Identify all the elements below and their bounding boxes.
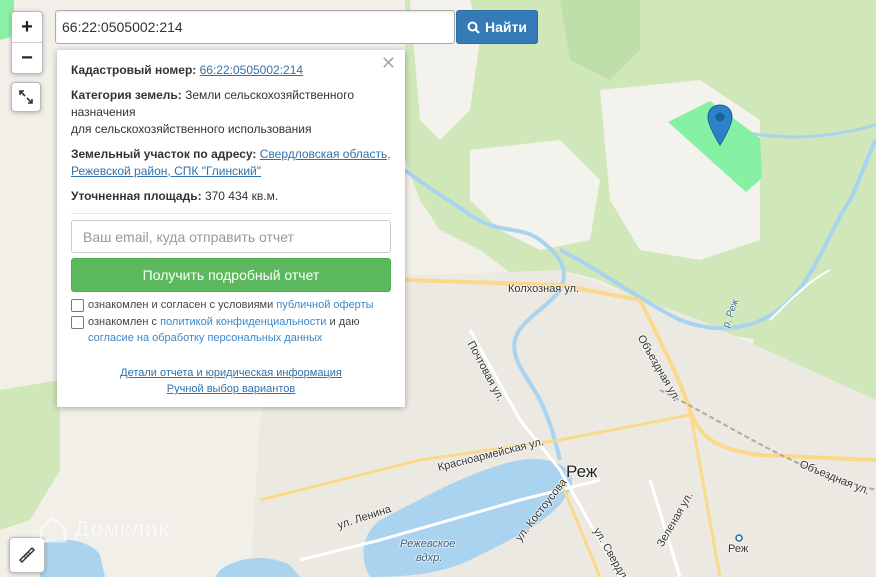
get-report-button[interactable]: Получить подробный отчет xyxy=(71,258,391,292)
search-button-label: Найти xyxy=(485,19,527,35)
reservoir-label-2: вдхр. xyxy=(416,552,443,564)
search-button[interactable]: Найти xyxy=(456,10,538,44)
panel-footer-links: Детали отчета и юридическая информация Р… xyxy=(71,365,391,397)
zoom-control: + − xyxy=(11,11,43,74)
address-label: Земельный участок по адресу: xyxy=(71,147,257,161)
address-row: Земельный участок по адресу: Свердловска… xyxy=(71,146,391,180)
search-input[interactable] xyxy=(55,10,455,44)
house-logo-icon xyxy=(39,515,67,543)
manual-selection-link[interactable]: Ручной выбор вариантов xyxy=(167,383,295,395)
city-label: Реж xyxy=(566,462,598,481)
divider xyxy=(71,213,391,214)
cadastral-label: Кадастровый номер: xyxy=(71,63,197,77)
privacy-consent-row: ознакомлен с политикой конфиденциальност… xyxy=(71,314,391,346)
watermark: Домклик xyxy=(38,514,169,544)
expand-icon xyxy=(19,90,33,104)
station-icon xyxy=(735,534,743,542)
parcel-info-panel: ✕ Кадастровый номер: 66:22:0505002:214 К… xyxy=(57,50,405,407)
zoom-in-button[interactable]: + xyxy=(12,12,42,42)
category-value-2: для сельскохозяйственного использования xyxy=(71,122,312,136)
search-icon xyxy=(467,21,480,34)
category-label: Категория земель: xyxy=(71,88,182,102)
area-label: Уточненная площадь: xyxy=(71,189,202,203)
zoom-out-button[interactable]: − xyxy=(12,42,42,73)
cadastral-row: Кадастровый номер: 66:22:0505002:214 xyxy=(71,62,391,79)
offer-checkbox[interactable] xyxy=(71,299,84,312)
report-details-link[interactable]: Детали отчета и юридическая информация xyxy=(120,367,342,379)
personal-data-consent-link[interactable]: согласие на обработку персональных данны… xyxy=(88,332,322,344)
area-row: Уточненная площадь: 370 434 кв.м. xyxy=(71,188,391,205)
map-app: Колхозная ул. Почтовая ул. Объездная ул.… xyxy=(0,0,876,577)
public-offer-link[interactable]: публичной оферты xyxy=(276,299,373,311)
ruler-icon xyxy=(18,546,36,564)
privacy-consent-mid: и даю xyxy=(329,316,360,328)
offer-consent-row: ознакомлен и согласен с условиями публич… xyxy=(71,297,391,313)
fullscreen-button[interactable] xyxy=(11,82,41,112)
offer-consent-text: ознакомлен и согласен с условиями xyxy=(88,299,274,311)
watermark-text: Домклик xyxy=(74,516,170,541)
privacy-checkbox[interactable] xyxy=(71,316,84,329)
station-label: Реж xyxy=(728,543,749,555)
privacy-policy-link[interactable]: политикой конфиденциальности xyxy=(160,316,326,328)
privacy-consent-prefix: ознакомлен с xyxy=(88,316,158,328)
location-pin-icon[interactable] xyxy=(707,104,733,146)
street-label-kolkhoznaya: Колхозная ул. xyxy=(508,283,580,295)
area-value: 370 434 кв.м. xyxy=(204,189,279,203)
email-field[interactable] xyxy=(71,220,391,253)
reservoir-label-1: Режевское xyxy=(400,538,456,550)
category-row: Категория земель: Земли сельскохозяйстве… xyxy=(71,87,391,138)
close-icon[interactable]: ✕ xyxy=(381,54,396,72)
cadastral-link[interactable]: 66:22:0505002:214 xyxy=(200,63,303,77)
